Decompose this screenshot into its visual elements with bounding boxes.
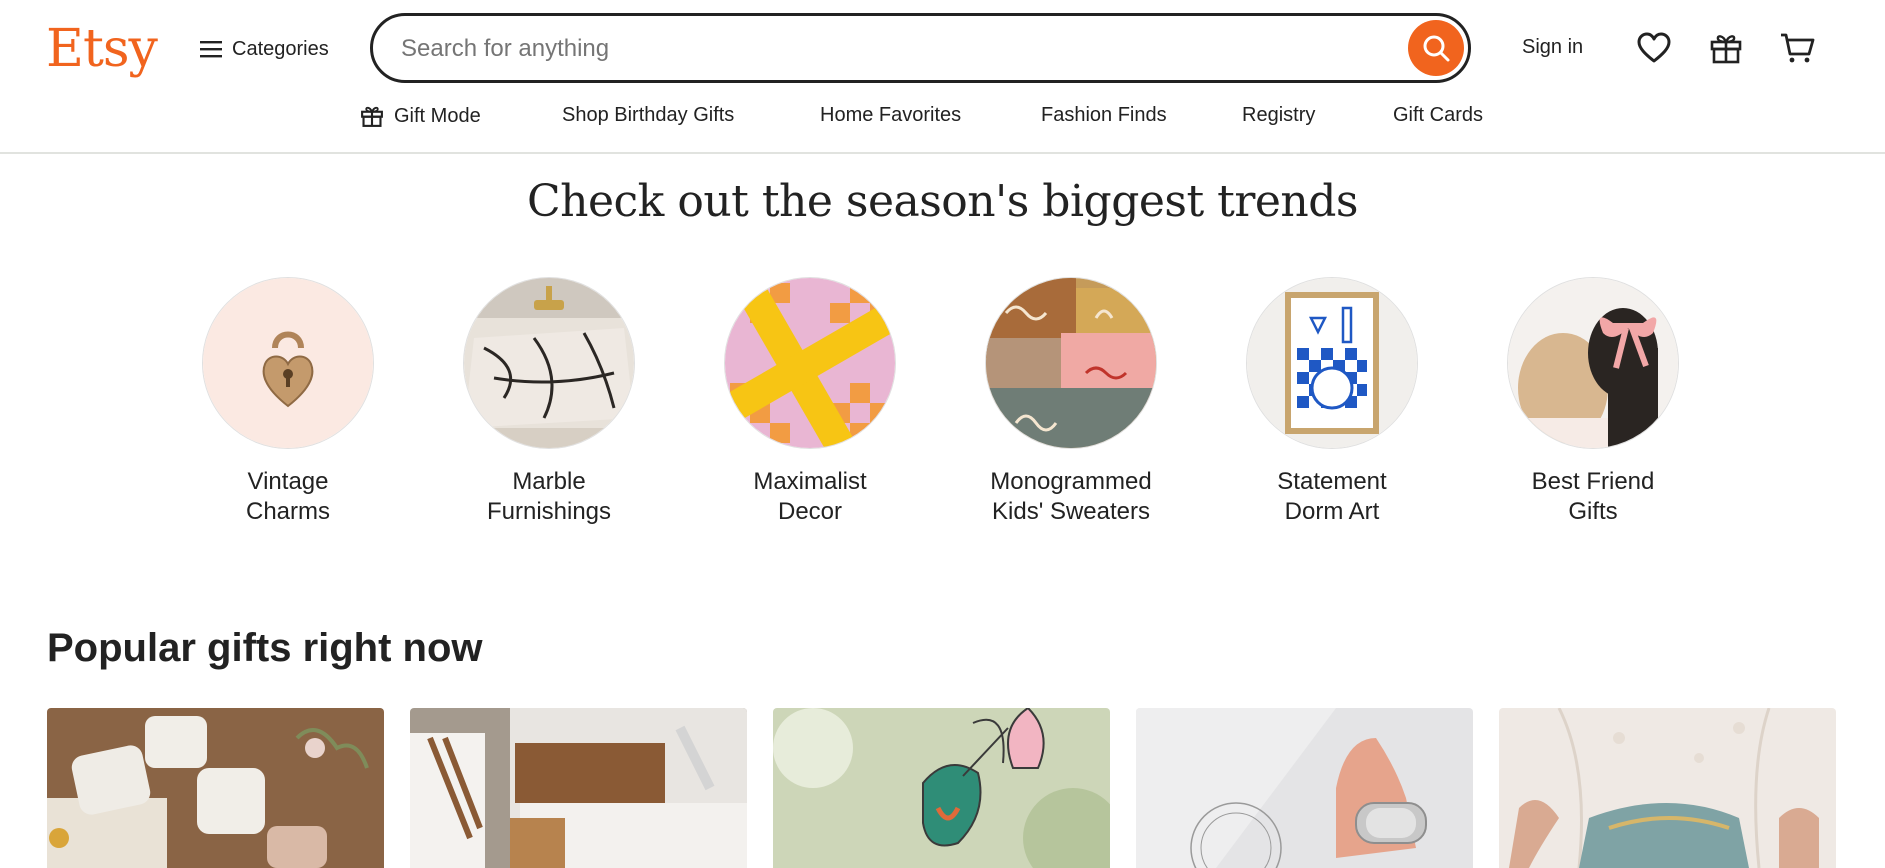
trend-image [985, 277, 1157, 449]
trend-label-line1: Best Friend [1531, 468, 1655, 495]
site-header: Etsy Categories Sign in Gift Mode Shop B… [0, 0, 1885, 154]
etsy-logo[interactable]: Etsy [46, 14, 158, 84]
nav-gift-mode[interactable]: Gift Mode [360, 104, 481, 128]
product-image [1136, 708, 1473, 868]
trend-image [1507, 277, 1679, 449]
trend-label-line1: Marble [512, 468, 586, 495]
popular-gifts-heading: Popular gifts right now [47, 626, 483, 670]
cart-icon [1781, 33, 1815, 63]
sign-in-link[interactable]: Sign in [1522, 36, 1583, 59]
product-card-stained-glass-hummingbird[interactable] [773, 708, 1110, 868]
gifts-button[interactable] [1706, 28, 1746, 68]
trend-item-marble-furnishings[interactable]: Marble Furnishings [463, 277, 635, 527]
nav-label: Gift Mode [394, 104, 481, 127]
search-input[interactable] [399, 26, 1363, 72]
menu-icon [200, 41, 222, 58]
search-button[interactable] [1408, 20, 1464, 76]
trend-image [463, 277, 635, 449]
trend-item-maximalist-decor[interactable]: Maximalist Decor [724, 277, 896, 527]
product-card-jewelry-box[interactable] [47, 708, 384, 868]
search-icon [1423, 35, 1450, 62]
categories-label: Categories [232, 37, 329, 60]
product-image [47, 708, 384, 868]
trend-label-line1: Maximalist [753, 468, 867, 495]
nav-registry[interactable]: Registry [1242, 104, 1315, 127]
trend-image [1246, 277, 1418, 449]
trend-image [202, 277, 374, 449]
product-image [1499, 708, 1836, 868]
product-card-charcuterie-board[interactable] [410, 708, 747, 868]
heart-icon [1637, 32, 1671, 63]
nav-home-favorites[interactable]: Home Favorites [820, 104, 961, 127]
trend-image [724, 277, 896, 449]
trend-label-line1: Statement [1277, 468, 1387, 495]
trend-label-line2: Kids' Sweaters [992, 498, 1150, 525]
trend-label-line1: Vintage [247, 468, 329, 495]
trend-item-statement-dorm-art[interactable]: Statement Dorm Art [1246, 277, 1418, 527]
categories-button[interactable]: Categories [200, 34, 329, 64]
sub-navigation: Gift Mode Shop Birthday Gifts Home Favor… [0, 104, 1885, 134]
trend-label-line2: Decor [777, 498, 843, 525]
trend-item-vintage-charms[interactable]: Vintage Charms [202, 277, 374, 527]
nav-shop-birthday-gifts[interactable]: Shop Birthday Gifts [562, 104, 734, 127]
trend-item-best-friend-gifts[interactable]: Best Friend Gifts [1507, 277, 1679, 527]
product-image [773, 708, 1110, 868]
trends-heading: Check out the season's biggest trends [527, 176, 1359, 227]
favorites-button[interactable] [1634, 28, 1674, 68]
trend-label-line2: Charms [245, 498, 330, 525]
cart-button[interactable] [1778, 28, 1818, 68]
product-image [410, 708, 747, 868]
trend-label-line2: Dorm Art [1284, 498, 1380, 525]
gift-icon [361, 106, 383, 127]
nav-gift-cards[interactable]: Gift Cards [1393, 104, 1483, 127]
trend-label-line2: Gifts [1568, 498, 1618, 525]
product-card-book-embosser[interactable] [1136, 708, 1473, 868]
gift-icon [1710, 35, 1742, 64]
trend-label-line1: Monogrammed [990, 468, 1152, 495]
nav-fashion-finds[interactable]: Fashion Finds [1041, 104, 1167, 127]
product-card-bridal-pouch[interactable] [1499, 708, 1836, 868]
search-bar [370, 13, 1471, 83]
trend-item-monogrammed-kids-sweaters[interactable]: Monogrammed Kids' Sweaters [985, 277, 1157, 527]
trend-label-line2: Furnishings [486, 498, 612, 525]
